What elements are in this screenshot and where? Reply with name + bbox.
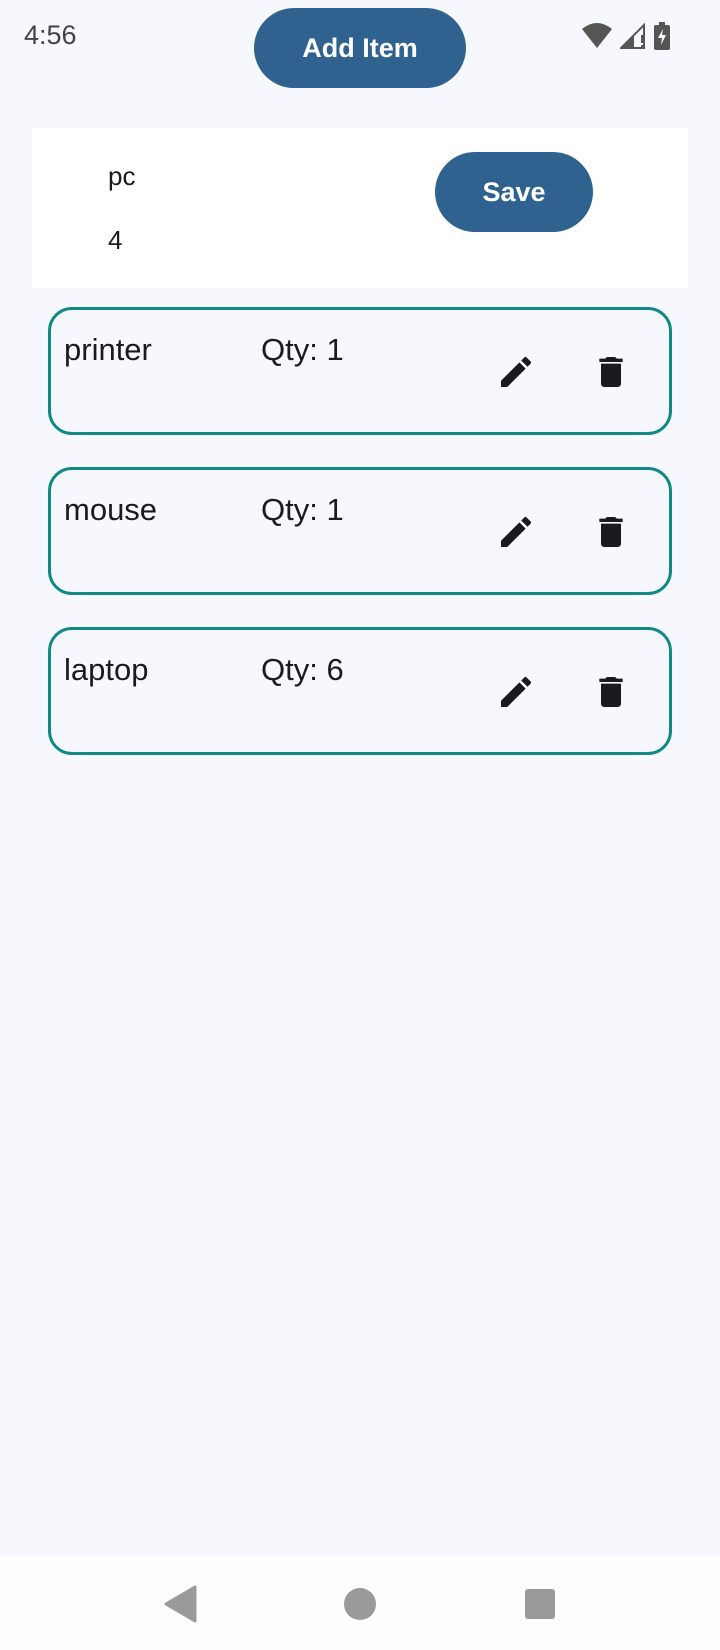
status-time: 4:56 — [24, 20, 77, 50]
item-name: laptop — [64, 652, 149, 687]
pencil-icon[interactable] — [492, 508, 540, 556]
status-icons — [582, 22, 670, 55]
trash-icon[interactable] — [587, 508, 635, 556]
wifi-icon — [582, 23, 612, 54]
pencil-icon[interactable] — [492, 348, 540, 396]
cell-signal-icon — [618, 22, 646, 54]
list-item: laptop Qty: 6 — [48, 627, 672, 755]
item-quantity-field[interactable] — [108, 220, 328, 260]
item-name-field[interactable] — [108, 156, 328, 196]
item-quantity: Qty: 6 — [261, 652, 344, 687]
back-icon[interactable] — [156, 1580, 204, 1628]
add-item-button[interactable]: Add Item — [254, 8, 466, 88]
home-icon[interactable] — [336, 1580, 384, 1628]
list-item: printer Qty: 1 — [48, 307, 672, 435]
list-item: mouse Qty: 1 — [48, 467, 672, 595]
item-quantity: Qty: 1 — [261, 332, 344, 367]
trash-icon[interactable] — [587, 348, 635, 396]
recents-icon[interactable] — [516, 1580, 564, 1628]
trash-icon[interactable] — [587, 668, 635, 716]
item-name: mouse — [64, 492, 158, 527]
pencil-icon[interactable] — [492, 668, 540, 716]
navigation-bar — [0, 1556, 720, 1650]
item-name: printer — [64, 332, 152, 367]
save-button[interactable]: Save — [435, 152, 593, 232]
battery-charging-icon — [654, 22, 670, 55]
item-quantity: Qty: 1 — [261, 492, 344, 527]
